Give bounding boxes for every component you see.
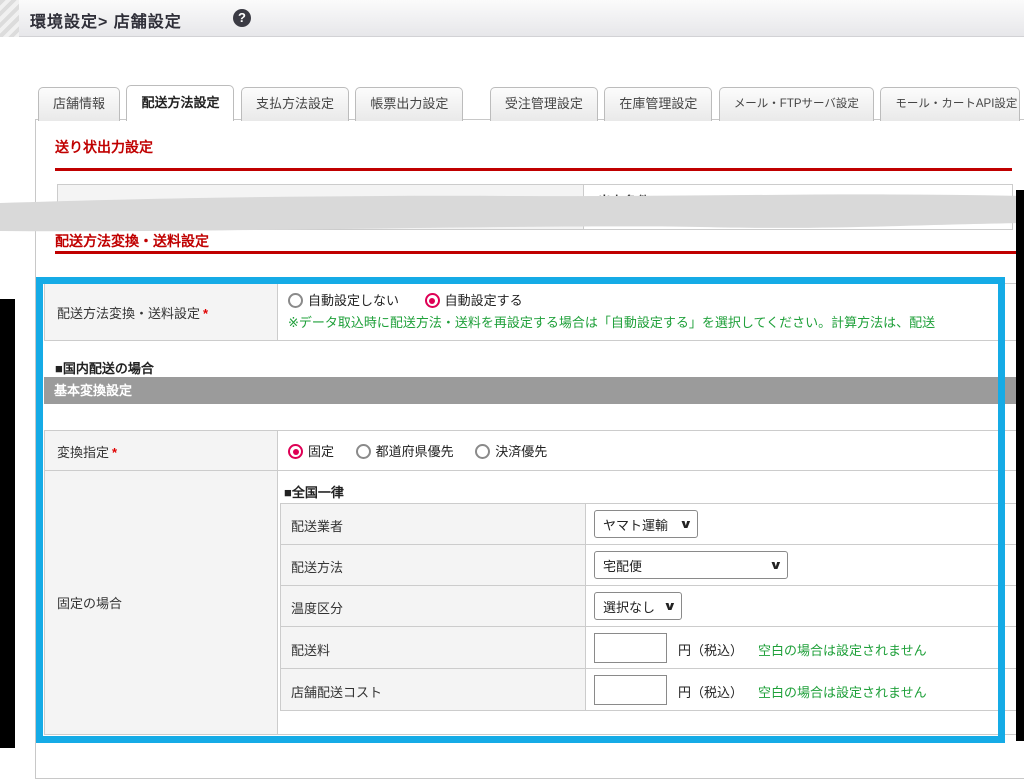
left-black-bar: [0, 299, 15, 748]
store-shipping-cost-input[interactable]: [594, 675, 667, 705]
tab-stock-management[interactable]: 在庫管理設定: [604, 87, 712, 121]
tab-store-info[interactable]: 店舗情報: [38, 87, 120, 121]
carrier-value-cell: ヤマト運輸 ∨: [585, 503, 1017, 545]
shipping-fee-input[interactable]: [594, 633, 667, 663]
shipping-method-label-cell: 配送方法: [280, 544, 586, 586]
shipping-fee-value-cell: 円（税込） 空白の場合は設定されません: [585, 626, 1017, 669]
conversion-type-label: 変換指定: [57, 445, 109, 460]
auto-setting-note: ※データ取込時に配送方法・送料を再設定する場合は「自動設定する」を選択してくださ…: [288, 312, 1016, 331]
payment-priority-label: 決済優先: [495, 444, 547, 459]
carrier-select-value: ヤマト運輸: [603, 515, 668, 534]
carrier-label-cell: 配送業者: [280, 503, 586, 545]
tab-mall-cart-api[interactable]: モール・カートAPI設定: [880, 87, 1020, 121]
tab-order-management[interactable]: 受注管理設定: [490, 87, 598, 121]
payment-priority-radio[interactable]: [475, 444, 490, 459]
auto-on-label: 自動設定する: [445, 293, 523, 308]
temperature-select-value: 選択なし: [603, 597, 655, 616]
section-title-invoice-output: 送り状出力設定: [55, 137, 153, 157]
auto-off-label: 自動設定しない: [308, 293, 399, 308]
fixed-case-label: 固定の場合: [57, 593, 122, 612]
domestic-shipping-heading: ■国内配送の場合: [55, 358, 154, 377]
store-shipping-cost-unit: 円（税込）: [678, 682, 743, 701]
help-icon[interactable]: ?: [233, 9, 251, 27]
page-title: 環境設定> 店舗設定: [30, 8, 182, 32]
invoice-table-output-condition: ■出力条件: [583, 184, 1013, 230]
tab-mail-ftp-server[interactable]: メール・FTPサーバ設定: [719, 87, 874, 121]
required-asterisk: *: [203, 306, 208, 321]
shipping-method-value-cell: 宅配便 ∨: [585, 544, 1017, 586]
right-black-bar: [1016, 190, 1024, 741]
shipping-conversion-value-cell: 自動設定しない 自動設定する ※データ取込時に配送方法・送料を再設定する場合は「…: [277, 283, 1017, 341]
required-asterisk: *: [112, 445, 117, 460]
conversion-type-value-cell: 固定 都道府県優先 決済優先: [277, 430, 1017, 471]
shipping-conversion-label-cell: 配送方法変換・送料設定*: [44, 283, 278, 341]
chevron-down-icon: ∨: [679, 517, 693, 531]
shipping-fee-note: 空白の場合は設定されません: [758, 640, 927, 659]
store-shipping-cost-note: 空白の場合は設定されません: [758, 682, 927, 701]
chevron-down-icon: ∨: [663, 599, 677, 613]
prefecture-priority-label: 都道府県優先: [376, 444, 454, 459]
store-shipping-cost-label-cell: 店舗配送コスト: [280, 668, 586, 711]
prefecture-priority-radio[interactable]: [356, 444, 371, 459]
carrier-select[interactable]: ヤマト運輸 ∨: [594, 510, 698, 538]
tab-form-output[interactable]: 帳票出力設定: [355, 87, 463, 121]
basic-conversion-bar: 基本変換設定: [44, 377, 1016, 404]
shipping-fee-label-cell: 配送料: [280, 626, 586, 669]
shipping-conversion-label: 配送方法変換・送料設定: [57, 306, 200, 321]
temperature-label-cell: 温度区分: [280, 585, 586, 627]
shipping-method-select[interactable]: 宅配便 ∨: [594, 551, 788, 579]
invoice-table-label-cell: [57, 184, 584, 230]
shipping-fee-unit: 円（税込）: [678, 640, 743, 659]
section-rule-invoice-output: [55, 168, 1012, 171]
temperature-select[interactable]: 選択なし ∨: [594, 592, 682, 620]
settings-tabbar: 店舗情報 配送方法設定 支払方法設定 帳票出力設定 受注管理設定 在庫管理設定 …: [38, 85, 1022, 120]
fixed-radio-label: 固定: [308, 444, 334, 459]
shipping-method-select-value: 宅配便: [603, 556, 642, 575]
store-shipping-cost-value-cell: 円（税込） 空白の場合は設定されません: [585, 668, 1017, 711]
page-header: 環境設定> 店舗設定 ?: [0, 0, 1024, 37]
section-title-shipping-conversion: 配送方法変換・送料設定: [55, 231, 209, 251]
chevron-down-icon: ∨: [769, 558, 783, 572]
conversion-type-label-cell: 変換指定*: [44, 430, 278, 471]
auto-on-radio[interactable]: [425, 293, 440, 308]
fixed-case-label-cell: 固定の場合: [44, 470, 278, 735]
auto-off-radio[interactable]: [288, 293, 303, 308]
temperature-value-cell: 選択なし ∨: [585, 585, 1017, 627]
nationwide-flat-heading: ■全国一律: [284, 482, 344, 501]
section-rule-shipping-conversion: [55, 251, 1017, 254]
tab-shipping-method[interactable]: 配送方法設定: [126, 85, 234, 121]
fixed-radio[interactable]: [288, 444, 303, 459]
header-stripe-decoration: [0, 0, 19, 37]
tab-payment-method[interactable]: 支払方法設定: [241, 87, 349, 121]
